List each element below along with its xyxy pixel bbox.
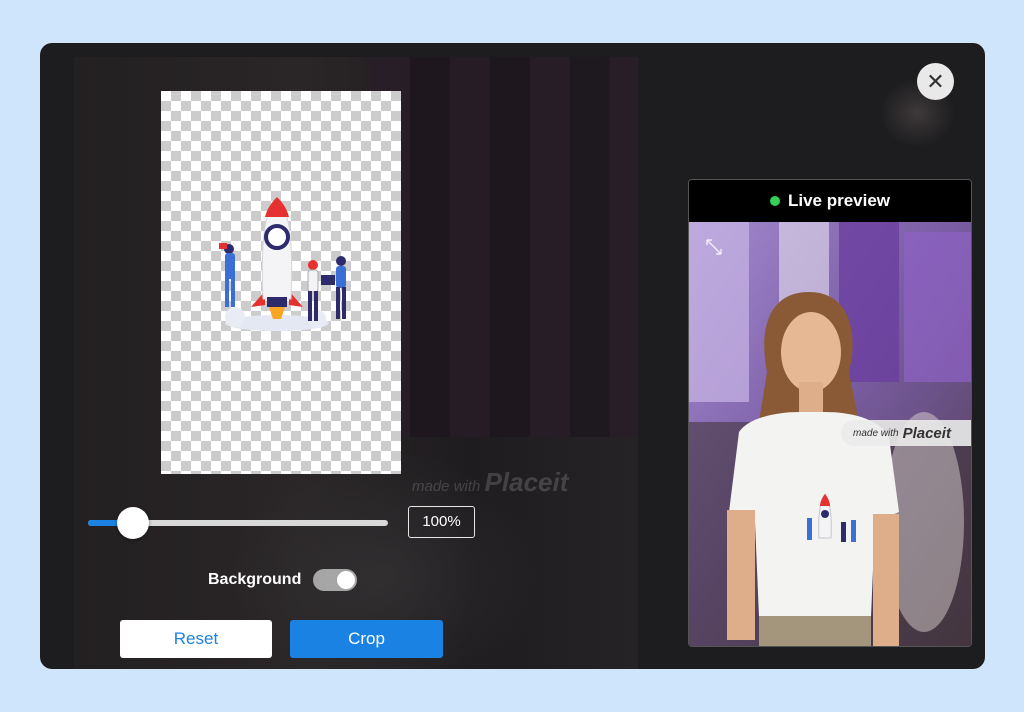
design-canvas[interactable] [161,91,401,474]
live-preview-title: Live preview [787,191,891,210]
background-corner-dimmed [847,69,975,179]
watermark-small-text: made with [853,427,899,439]
preview-watermark: made with Placeit [841,420,971,446]
toggle-knob [337,571,355,589]
dimmed-watermark-small: made with [412,478,481,495]
live-preview-panel: Live preview made with Placeit [688,179,972,647]
live-preview-header: Live preview [689,180,971,222]
crop-button[interactable]: Crop [290,620,443,658]
zoom-control: 100% [88,505,478,541]
close-icon: ✕ [926,69,945,94]
crop-modal: made with Placeit 100% Background Reset … [40,43,985,669]
dimmed-watermark-big: Placeit [484,467,569,497]
live-dot-icon [769,196,780,206]
background-label: Background [208,571,302,588]
rocket-illustration [219,196,346,331]
dimmed-watermark: made with Placeit [412,467,568,498]
background-banners-dimmed [370,57,638,437]
background-toggle[interactable] [313,569,357,591]
close-button[interactable]: ✕ [917,63,954,100]
expand-icon[interactable] [705,238,723,256]
zoom-slider-thumb[interactable] [117,507,149,539]
watermark-brand: Placeit [902,424,951,442]
zoom-value-input[interactable]: 100% [408,506,475,538]
reset-button[interactable]: Reset [120,620,272,658]
